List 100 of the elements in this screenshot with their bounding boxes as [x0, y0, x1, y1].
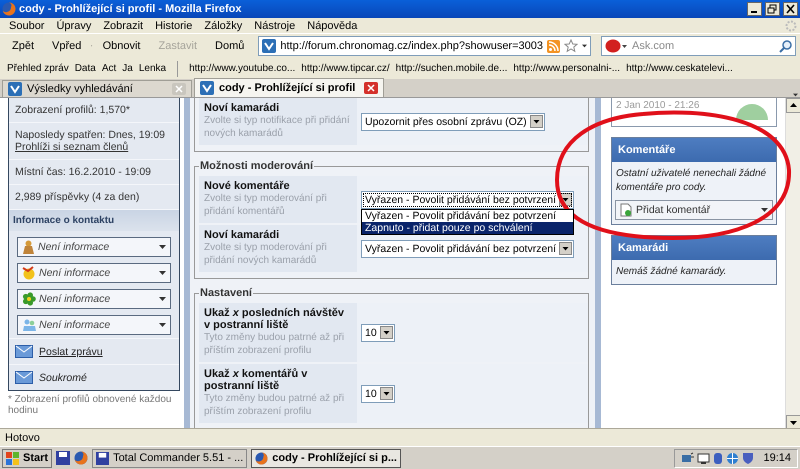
shield-icon[interactable]	[742, 452, 754, 464]
database-icon[interactable]	[713, 452, 724, 464]
search-engine-icon	[605, 39, 627, 53]
person-icon	[22, 240, 35, 254]
setting-title: Noví kamarádi	[204, 229, 280, 241]
search-icon[interactable]	[779, 40, 792, 52]
people-icon	[22, 318, 36, 332]
flower-icon	[22, 292, 36, 306]
setting-title: Nové komentáře	[204, 180, 291, 192]
profile-stat: Místní čas: 16.2.2010 - 19:09	[15, 166, 152, 178]
setting-title: Noví kamarádi	[204, 102, 280, 114]
menu-item[interactable]: Soubor	[3, 20, 50, 32]
contact-dropdown[interactable]: Není informace	[17, 289, 171, 309]
caret-icon	[159, 271, 166, 275]
browser-tab[interactable]: Výsledky vyhledávání	[2, 80, 192, 97]
setting-title: Ukaž x posledních návštěv v postranní liště	[204, 307, 346, 331]
bookmark-link[interactable]: Data	[72, 63, 99, 74]
send-message-link[interactable]: Poslat zprávu	[39, 346, 103, 358]
caret-icon	[159, 297, 166, 301]
firefox-icon	[2, 2, 16, 16]
menu-item[interactable]: Úpravy	[50, 20, 98, 32]
firefox-icon[interactable]	[74, 451, 88, 465]
caret-icon	[159, 323, 166, 327]
address-field[interactable]: http://forum.chronomag.cz/index.php?showuser=3003	[258, 36, 591, 56]
group-legend: Nastavení	[199, 287, 253, 299]
private-link[interactable]: Soukromé	[39, 372, 87, 384]
toolbar-button[interactable]: Zpět	[4, 40, 42, 52]
footnote: * Zobrazení profilů obnovené každou hodinu	[8, 393, 172, 418]
setting-description: Zvolte si typ notifikace při přidání nových kamarádů	[204, 114, 351, 140]
bookmark-link[interactable]: http://www.youtube.co...	[186, 63, 298, 74]
floppy-icon[interactable]	[56, 451, 70, 465]
rss-icon	[547, 40, 560, 52]
minimize-icon[interactable]	[747, 2, 762, 16]
monitor-icon[interactable]	[697, 452, 710, 464]
contact-dropdown[interactable]: Není informace	[17, 263, 171, 283]
envelope-icon	[15, 371, 33, 384]
close-icon[interactable]	[783, 2, 798, 16]
toolbar-button[interactable]: Vpřed	[44, 40, 90, 52]
caret-icon	[582, 44, 587, 48]
taskbar-button[interactable]: Total Commander 5.51 - ...	[92, 448, 248, 468]
panel-text: Ostatní uživatelé nenechali žádné komentáře pro cody.	[615, 167, 768, 195]
status-text: Hotovo	[5, 432, 40, 444]
profile-stat: 2,989 příspěvky (4 za den)	[15, 191, 140, 203]
setting-title: Ukaž x komentářů v postranní liště	[204, 368, 308, 392]
dropdown[interactable]: Vyřazen - Povolit přidávání bez potvrzení	[361, 190, 574, 208]
setting-description: Zvolte si typ moderování při přidání komentářů	[204, 192, 328, 218]
bookmark-link[interactable]: http://www.ceskatelevi...	[623, 63, 736, 74]
toolbar-button[interactable]: Obnovit	[94, 40, 148, 52]
search-field[interactable]: Ask.com	[601, 36, 796, 56]
browser-tab[interactable]: cody - Prohlížející si profil	[194, 78, 384, 97]
menu-item[interactable]: Nástroje	[248, 20, 302, 32]
bookmark-link[interactable]: http://suchen.mobile.de...	[392, 63, 510, 74]
profile-stat: Zobrazení profilů: 1,570*	[15, 104, 131, 116]
add-comment-button[interactable]: Přidat komentář	[615, 200, 773, 220]
dropdown-option[interactable]: Zapnuto - přidat pouze po schválení	[362, 222, 574, 234]
menu-item[interactable]: Historie	[149, 20, 198, 32]
dropdown[interactable]: Upozornit přes osobní zprávu (OZ)	[361, 112, 545, 130]
dropdown[interactable]: 10	[361, 384, 395, 402]
bookmark-link[interactable]: http://www.tipcar.cz/	[298, 63, 393, 74]
floppy-icon	[96, 452, 110, 464]
menu-item[interactable]: Zobrazit	[97, 20, 150, 32]
bookmark-link[interactable]: Přehled zpráv	[4, 63, 72, 74]
taskbar-button[interactable]: cody - Prohlížející si p...	[251, 448, 401, 468]
window-title: cody - Prohlížející si profil - Mozilla Firefox	[19, 3, 242, 15]
windows-logo-icon	[6, 452, 20, 464]
bookmark-link[interactable]: Lenka	[136, 63, 170, 74]
bookmark-link[interactable]: http://www.personalni-...	[510, 63, 624, 74]
scroll-up-icon[interactable]	[786, 98, 800, 113]
restore-icon[interactable]	[765, 2, 780, 16]
network-icon[interactable]	[681, 452, 694, 464]
setting-description: Tyto změny budou patrné až při příštím zobrazení profilu	[204, 331, 346, 357]
toolbar-button[interactable]: Domů	[207, 40, 252, 52]
caret-icon	[761, 208, 768, 212]
throbber-icon	[785, 20, 797, 32]
panel-text: Nemáš žádné kamarády.	[615, 265, 728, 279]
globe-icon[interactable]	[726, 452, 740, 464]
start-button[interactable]: Start	[2, 448, 52, 468]
caret-icon	[159, 245, 166, 249]
firefox-icon	[255, 452, 268, 464]
setting-description: Tyto změny budou patrné až při příštím zobrazení profilu	[204, 392, 346, 418]
site-icon	[262, 39, 276, 53]
add-document-icon	[620, 203, 632, 217]
contact-dropdown[interactable]: Není informace	[17, 237, 171, 257]
dropdown[interactable]: 10	[361, 324, 395, 342]
bookmark-link[interactable]: Act	[98, 63, 120, 74]
menu-item[interactable]: Záložky	[198, 20, 248, 32]
star-icon[interactable]	[564, 39, 578, 53]
site-icon	[8, 82, 22, 96]
scroll-down-icon[interactable]	[786, 415, 800, 428]
profile-stat: Naposledy spatřen: Dnes, 19:09	[15, 129, 166, 141]
contact-dropdown[interactable]: Není informace	[17, 315, 171, 335]
section-heading: Informace o kontaktu	[9, 210, 179, 231]
group-legend: Možnosti moderování	[199, 160, 314, 172]
dropdown[interactable]: Vyřazen - Povolit přidávání bez potvrzení	[361, 240, 574, 258]
panel-header: Kamarádi	[612, 236, 776, 260]
envelope-icon	[15, 345, 33, 358]
members-link[interactable]: Prohlíži si seznam členů	[15, 141, 128, 153]
menu-item[interactable]: Nápověda	[301, 20, 364, 32]
bookmark-link[interactable]: Ja	[119, 63, 136, 74]
panel-header: Komentáře	[612, 138, 776, 162]
